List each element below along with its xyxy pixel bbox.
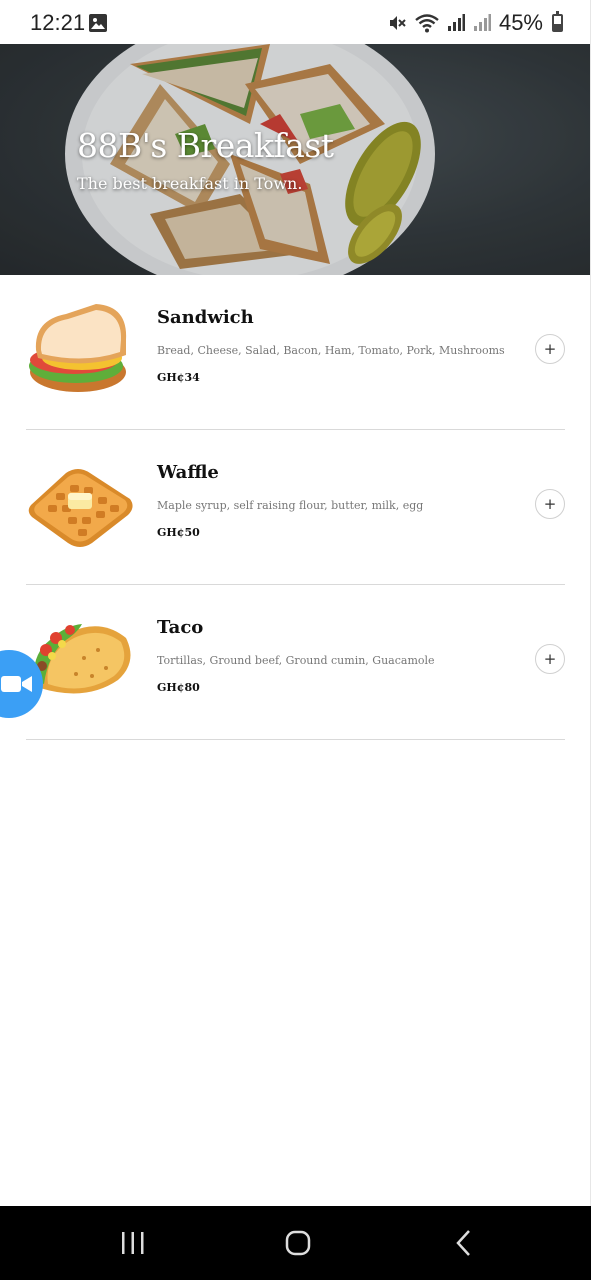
- status-time: 12:21: [30, 10, 86, 35]
- battery-percentage: 45%: [498, 10, 543, 35]
- back-button[interactable]: [444, 1226, 484, 1260]
- item-name: Waffle: [157, 462, 219, 483]
- item-price: GH¢80: [157, 681, 200, 694]
- waffle-emoji: [28, 469, 133, 547]
- menu-item-sandwich[interactable]: Sandwich Bread, Cheese, Salad, Bacon, Ha…: [26, 275, 565, 430]
- add-to-cart-button[interactable]: +: [535, 334, 565, 364]
- restaurant-title: 88B's Breakfast: [77, 126, 334, 165]
- item-description: Tortillas, Ground beef, Ground cumin, Gu…: [157, 654, 435, 667]
- taco-emoji: [33, 624, 131, 694]
- recent-apps-icon: [122, 1232, 144, 1254]
- recent-apps-button[interactable]: [113, 1226, 153, 1260]
- item-name: Taco: [157, 617, 204, 638]
- item-price: GH¢50: [157, 526, 200, 539]
- navigation-bar: [0, 1206, 591, 1280]
- home-icon: [285, 1230, 311, 1256]
- menu-list: Sandwich Bread, Cheese, Salad, Bacon, Ha…: [26, 275, 565, 740]
- gallery-icon: [89, 14, 107, 32]
- sandwich-emoji: [29, 304, 127, 392]
- menu-item-taco[interactable]: Taco Tortillas, Ground beef, Ground cumi…: [26, 585, 565, 740]
- item-price: GH¢34: [157, 371, 200, 384]
- restaurant-subtitle: The best breakfast in Town.: [77, 174, 303, 193]
- item-name: Sandwich: [157, 307, 254, 328]
- wifi-icon: [415, 14, 439, 33]
- video-camera-icon: [1, 676, 32, 692]
- item-description: Bread, Cheese, Salad, Bacon, Ham, Tomato…: [157, 344, 505, 357]
- battery-level: [554, 23, 561, 30]
- home-button[interactable]: [278, 1226, 318, 1260]
- mute-icon: [389, 16, 406, 30]
- menu-item-waffle[interactable]: Waffle Maple syrup, self raising flour, …: [26, 430, 565, 585]
- hero-banner: 88B's Breakfast The best breakfast in To…: [0, 44, 591, 275]
- signal-icon: [473, 14, 491, 31]
- status-icons: 45%: [387, 10, 563, 36]
- item-description: Maple syrup, self raising flour, butter,…: [157, 499, 424, 512]
- battery-icon: [552, 11, 563, 32]
- back-icon: [456, 1230, 470, 1256]
- add-to-cart-button[interactable]: +: [535, 489, 565, 519]
- add-to-cart-button[interactable]: +: [535, 644, 565, 674]
- status-bar: 12:21 45%: [0, 0, 591, 44]
- signal-icon: [447, 14, 465, 31]
